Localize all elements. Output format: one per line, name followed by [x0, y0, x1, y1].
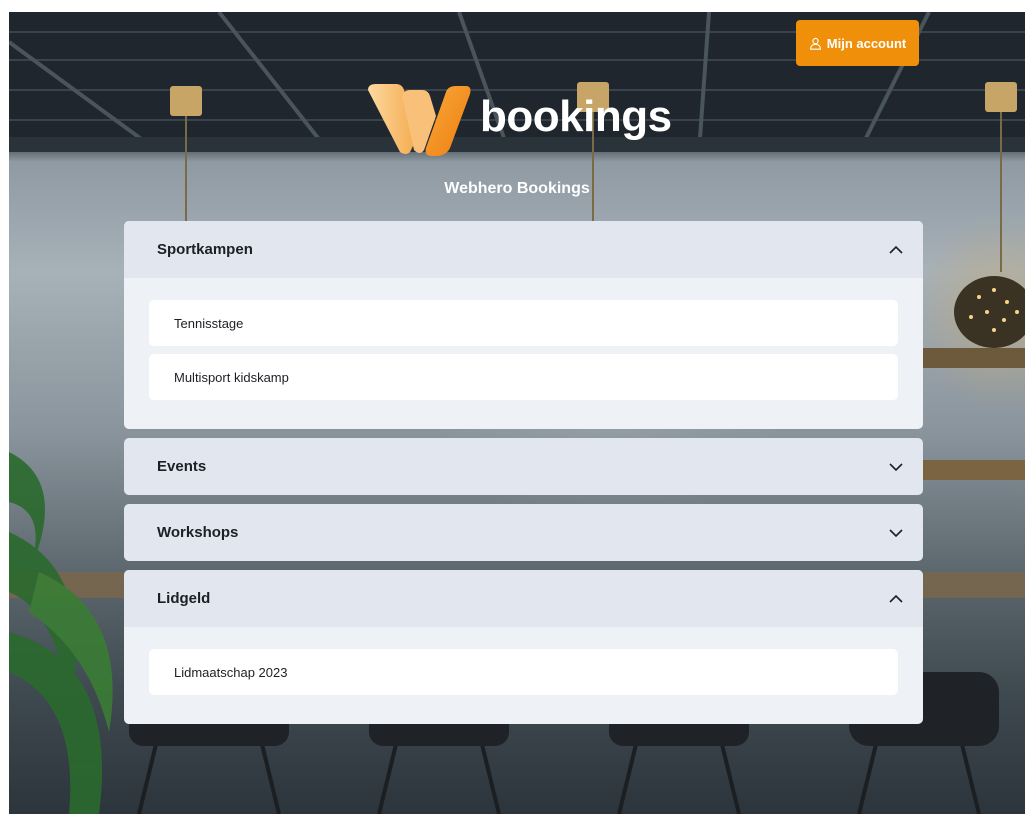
chevron-up-icon[interactable]	[887, 590, 905, 608]
section-title: Lidgeld	[157, 590, 211, 607]
my-account-button[interactable]: Mijn account	[796, 20, 919, 66]
list-item-label: Tennisstage	[174, 315, 244, 331]
chevron-down-icon[interactable]	[887, 458, 905, 476]
section-title: Workshops	[157, 524, 239, 541]
list-item-tennisstage[interactable]: Tennisstage	[149, 300, 898, 346]
section-title: Sportkampen	[157, 241, 253, 258]
list-item-lidmaatschap-2023[interactable]: Lidmaatschap 2023	[149, 649, 898, 695]
section-body-sportkampen: Tennisstage Multisport kidskamp	[124, 278, 923, 429]
list-item-label: Lidmaatschap 2023	[174, 664, 288, 680]
section-header-events[interactable]: Events	[124, 438, 923, 495]
site-title: Webhero Bookings	[444, 180, 590, 197]
chevron-up-icon[interactable]	[887, 241, 905, 259]
category-accordion: Sportkampen Tennisstage Multisport kidsk…	[124, 221, 923, 733]
section-events: Events	[124, 438, 923, 495]
logo-wordmark: bookings	[480, 92, 672, 141]
list-item-label: Multisport kidskamp	[174, 369, 289, 385]
section-title: Events	[157, 458, 207, 475]
section-lidgeld: Lidgeld Lidmaatschap 2023	[124, 570, 923, 724]
section-workshops: Workshops	[124, 504, 923, 561]
user-icon	[809, 37, 822, 50]
page: Mijn account bookings Webhero Bookings S…	[9, 12, 1025, 814]
section-sportkampen: Sportkampen Tennisstage Multisport kidsk…	[124, 221, 923, 429]
section-header-lidgeld[interactable]: Lidgeld	[124, 570, 923, 627]
list-item-multisport-kidskamp[interactable]: Multisport kidskamp	[149, 354, 898, 400]
w-logo-icon	[366, 82, 472, 156]
brand-logo[interactable]: bookings	[366, 82, 686, 156]
section-header-sportkampen[interactable]: Sportkampen	[124, 221, 923, 278]
section-body-lidgeld: Lidmaatschap 2023	[124, 627, 923, 724]
section-header-workshops[interactable]: Workshops	[124, 504, 923, 561]
chevron-down-icon[interactable]	[887, 524, 905, 542]
my-account-label: Mijn account	[826, 35, 907, 51]
